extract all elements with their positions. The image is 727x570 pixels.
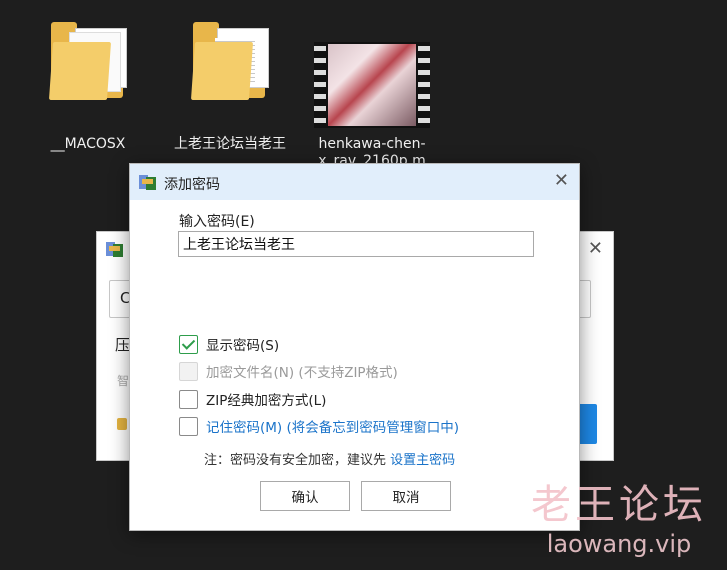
remember-password-option[interactable]: 记住密码(M) (将会备忘到密码管理窗口中): [179, 415, 459, 437]
password-label: 输入密码(E): [179, 214, 255, 230]
lock-icon: [117, 418, 127, 430]
zip-legacy-checkbox[interactable]: [179, 389, 198, 409]
dialog-titlebar: 添加密码 ✕: [130, 164, 579, 200]
label-fragment: 压: [115, 336, 131, 354]
ok-button[interactable]: 确认: [260, 481, 350, 511]
encrypt-filenames-label: 加密文件名(N) (不支持ZIP格式): [206, 365, 398, 381]
dialog-title: 添加密码: [164, 177, 220, 193]
zip-legacy-label: ZIP经典加密方式(L): [206, 393, 327, 409]
note-text: 注：密码没有安全加密，建议先: [204, 453, 391, 468]
desktop-item-label: __MACOSX: [50, 136, 126, 152]
remember-password-checkbox[interactable]: [179, 416, 198, 436]
close-icon[interactable]: ✕: [554, 170, 569, 191]
label-fragment: 智: [117, 374, 130, 388]
security-note: 注：密码没有安全加密，建议先 设置主密码: [204, 449, 455, 468]
desktop-video-file[interactable]: henkawa-chen-x_rav_2160p.m: [312, 42, 432, 170]
show-password-checkbox[interactable]: [179, 334, 198, 354]
zip-legacy-option[interactable]: ZIP经典加密方式(L): [179, 388, 326, 410]
desktop-folder-laowang[interactable]: 上老王论坛当老王: [170, 22, 290, 153]
encrypt-filenames-option: 加密文件名(N) (不支持ZIP格式): [179, 360, 398, 382]
show-password-label: 显示密码(S): [206, 338, 280, 354]
encrypt-filenames-checkbox: [179, 361, 198, 381]
folder-icon: [190, 22, 269, 100]
folder-icon: [48, 22, 127, 100]
winrar-icon: [139, 173, 157, 191]
close-icon[interactable]: ✕: [588, 238, 603, 259]
desktop-item-label: 上老王论坛当老王: [174, 136, 286, 152]
watermark-url: laowang.vip: [546, 530, 692, 558]
watermark: 老王论坛 laowang.vip: [531, 472, 707, 558]
add-password-dialog: 添加密码 ✕ 输入密码(E) 显示密码(S) 加密文件名(N) (不支持ZIP格…: [129, 163, 580, 531]
set-master-password-link[interactable]: 设置主密码: [390, 453, 455, 468]
winrar-icon: [106, 240, 124, 258]
cancel-button[interactable]: 取消: [361, 481, 451, 511]
watermark-title: 老王论坛: [531, 482, 707, 528]
remember-password-label: 记住密码(M) (将会备忘到密码管理窗口中): [206, 420, 460, 436]
password-input[interactable]: [178, 231, 534, 257]
video-thumbnail-icon: [314, 42, 430, 128]
desktop-folder-macosx[interactable]: __MACOSX: [28, 22, 148, 153]
show-password-option[interactable]: 显示密码(S): [179, 333, 279, 355]
